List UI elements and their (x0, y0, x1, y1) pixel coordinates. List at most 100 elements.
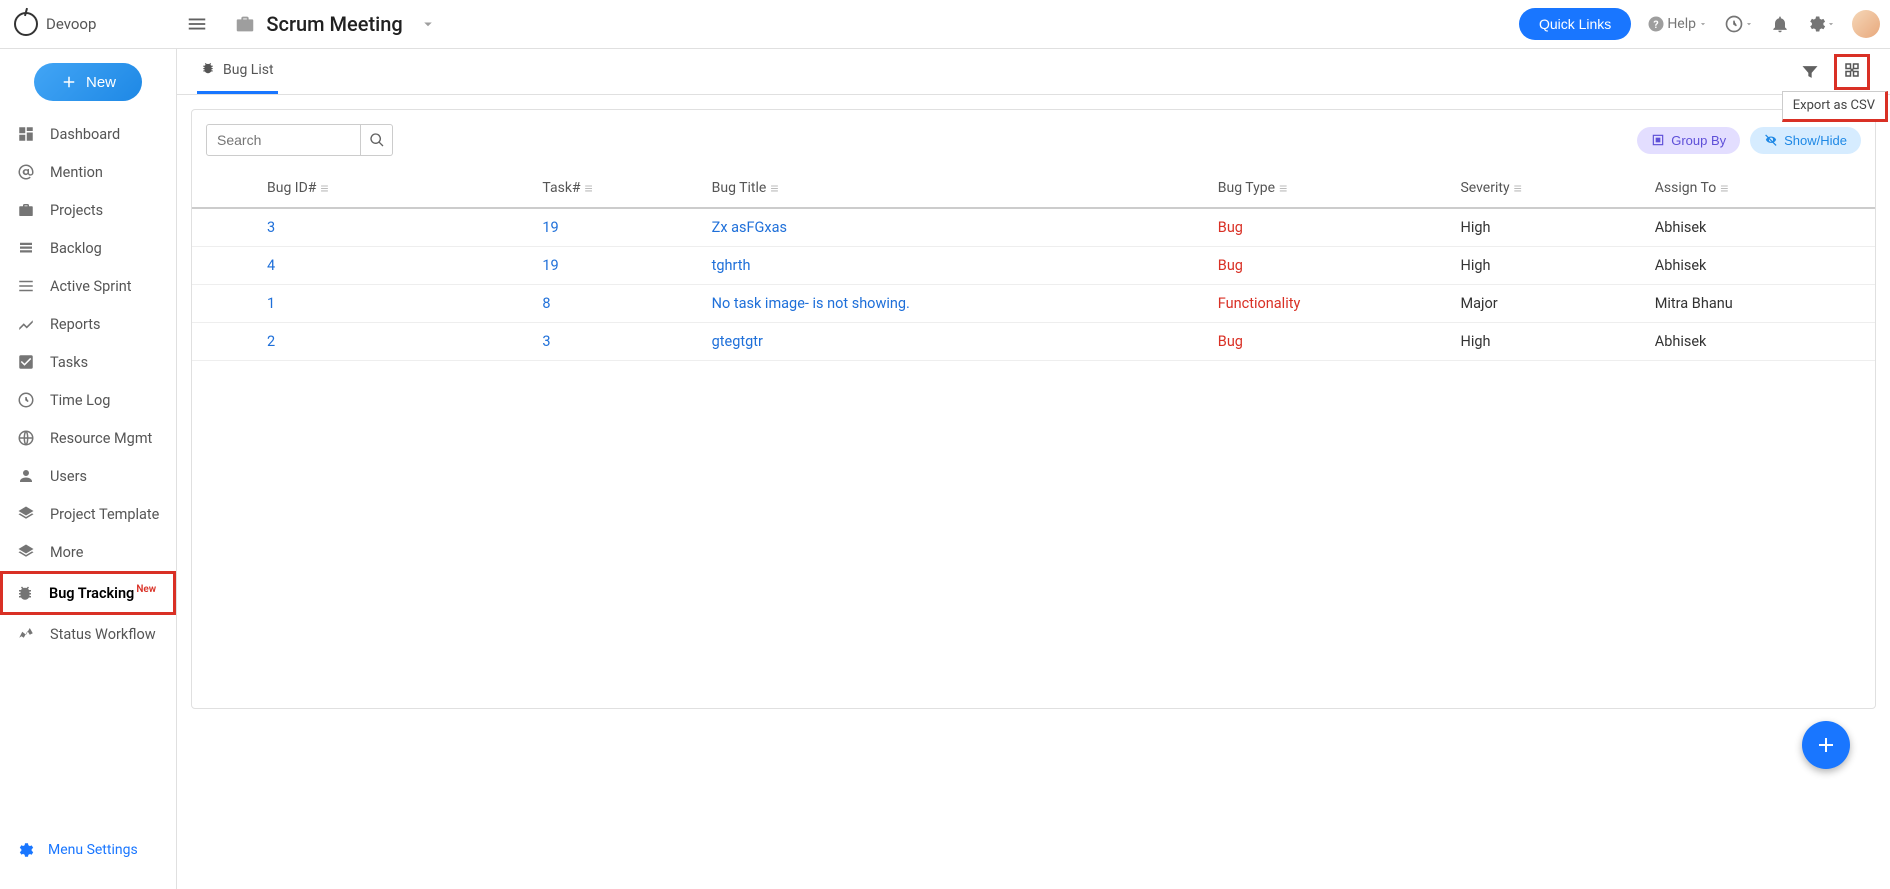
cell-title[interactable]: Zx asFGxas (712, 219, 787, 236)
table-row[interactable]: 3 19 Zx asFGxas Bug High Abhisek (192, 208, 1875, 247)
table-row[interactable]: 2 3 gtegtgtr Bug High Abhisek (192, 323, 1875, 361)
cell-assign: Abhisek (1655, 333, 1707, 350)
sidebar-item-dashboard[interactable]: Dashboard (0, 115, 176, 153)
sidebar-item-reports[interactable]: Reports (0, 305, 176, 343)
col-title[interactable]: Bug Title≡ (700, 170, 1206, 208)
quick-links-button[interactable]: Quick Links (1519, 8, 1631, 40)
help-button[interactable]: ? Help (1647, 15, 1708, 33)
eye-off-icon (1764, 133, 1778, 147)
group-by-label: Group By (1671, 133, 1726, 148)
sidebar-item-more[interactable]: More (0, 533, 176, 571)
bug-icon (15, 584, 35, 602)
cell-assign: Abhisek (1655, 257, 1707, 274)
briefcase-icon (16, 201, 36, 219)
cell-task[interactable]: 19 (542, 219, 558, 236)
export-tooltip: Export as CSV (1782, 91, 1888, 122)
sidebar-item-project-template[interactable]: Project Template (0, 495, 176, 533)
sidebar-item-label: Status Workflow (50, 626, 156, 643)
sidebar-item-users[interactable]: Users (0, 457, 176, 495)
sprint-icon (16, 277, 36, 295)
project-title: Scrum Meeting (266, 12, 402, 36)
hamburger-menu-icon[interactable] (186, 13, 208, 35)
sidebar-item-tasks[interactable]: Tasks (0, 343, 176, 381)
sidebar-item-active-sprint[interactable]: Active Sprint (0, 267, 176, 305)
sidebar-item-label: Active Sprint (50, 278, 131, 295)
logo-icon (14, 12, 38, 36)
new-badge: New (136, 584, 156, 595)
new-button-label: New (86, 74, 116, 91)
col-type[interactable]: Bug Type≡ (1206, 170, 1449, 208)
sidebar-item-label: Projects (50, 202, 103, 219)
cell-bug-id[interactable]: 1 (267, 295, 275, 312)
sidebar-item-projects[interactable]: Projects (0, 191, 176, 229)
cell-title[interactable]: No task image- is not showing. (712, 295, 910, 312)
cell-severity: High (1460, 219, 1490, 236)
sidebar-item-bug-tracking[interactable]: Bug TrackingNew (0, 571, 176, 615)
col-bug-id[interactable]: Bug ID#≡ (192, 170, 530, 208)
sidebar-item-label: Project Template (50, 506, 159, 523)
menu-settings-label: Menu Settings (48, 842, 138, 858)
chevron-down-icon[interactable] (419, 15, 437, 33)
cell-title[interactable]: tghrth (712, 257, 751, 274)
search-icon (369, 132, 385, 148)
tabs-row: Bug List Export as CSV (177, 49, 1890, 95)
table-row[interactable]: 4 19 tghrth Bug High Abhisek (192, 247, 1875, 285)
search-input[interactable] (206, 124, 361, 156)
sort-icon: ≡ (320, 181, 328, 197)
new-button[interactable]: New (34, 63, 142, 101)
group-by-button[interactable]: Group By (1637, 127, 1740, 154)
group-icon (1651, 133, 1665, 147)
sidebar-item-resource-mgmt[interactable]: Resource Mgmt (0, 419, 176, 457)
sort-icon: ≡ (770, 181, 778, 197)
bug-list-card: Group By Show/Hide Bug ID#≡ Task#≡ B (191, 109, 1876, 709)
cell-assign: Abhisek (1655, 219, 1707, 236)
cell-assign: Mitra Bhanu (1655, 295, 1733, 312)
sidebar-item-label: Resource Mgmt (50, 430, 152, 447)
cell-type: Functionality (1218, 295, 1301, 312)
list-icon (16, 239, 36, 257)
gear-icon[interactable] (1806, 14, 1836, 34)
export-icon[interactable] (1839, 59, 1865, 85)
sidebar-item-label: Tasks (50, 354, 88, 371)
project-switcher[interactable]: Scrum Meeting (234, 12, 436, 36)
sidebar-item-backlog[interactable]: Backlog (0, 229, 176, 267)
cell-type: Bug (1218, 219, 1243, 236)
avatar[interactable] (1852, 10, 1880, 38)
table-row[interactable]: 1 8 No task image- is not showing. Funct… (192, 285, 1875, 323)
col-assign[interactable]: Assign To≡ (1643, 170, 1875, 208)
clock-icon (16, 391, 36, 409)
add-bug-fab[interactable] (1802, 721, 1850, 769)
col-severity[interactable]: Severity≡ (1448, 170, 1642, 208)
sort-icon: ≡ (1514, 181, 1522, 197)
cell-severity: High (1460, 333, 1490, 350)
user-icon (16, 467, 36, 485)
clock-icon[interactable] (1724, 14, 1754, 34)
cell-task[interactable]: 8 (542, 295, 550, 312)
show-hide-label: Show/Hide (1784, 133, 1847, 148)
app-header: Devoop Scrum Meeting Quick Links ? Help (0, 0, 1890, 49)
filter-icon[interactable] (1800, 62, 1820, 82)
cell-task[interactable]: 19 (542, 257, 558, 274)
logo[interactable]: Devoop (14, 12, 96, 36)
cell-task[interactable]: 3 (542, 333, 550, 350)
col-task[interactable]: Task#≡ (530, 170, 699, 208)
cell-severity: Major (1460, 295, 1497, 312)
cell-bug-id[interactable]: 3 (267, 219, 275, 236)
cell-bug-id[interactable]: 4 (267, 257, 275, 274)
sort-icon: ≡ (1279, 181, 1287, 197)
cell-title[interactable]: gtegtgtr (712, 333, 763, 350)
sidebar-item-time-log[interactable]: Time Log (0, 381, 176, 419)
tab-bug-list[interactable]: Bug List (197, 61, 278, 94)
show-hide-button[interactable]: Show/Hide (1750, 127, 1861, 154)
bell-icon[interactable] (1770, 14, 1790, 34)
sidebar-item-mention[interactable]: Mention (0, 153, 176, 191)
cell-bug-id[interactable]: 2 (267, 333, 275, 350)
header-right: Quick Links ? Help (1519, 8, 1880, 40)
help-label: Help (1667, 16, 1696, 32)
menu-settings-button[interactable]: Menu Settings (0, 831, 176, 869)
dashboard-icon (16, 125, 36, 143)
sidebar-item-label: More (50, 544, 83, 561)
sidebar-item-status-workflow[interactable]: Status Workflow (0, 615, 176, 653)
briefcase-icon (234, 13, 256, 35)
search-button[interactable] (361, 124, 393, 156)
